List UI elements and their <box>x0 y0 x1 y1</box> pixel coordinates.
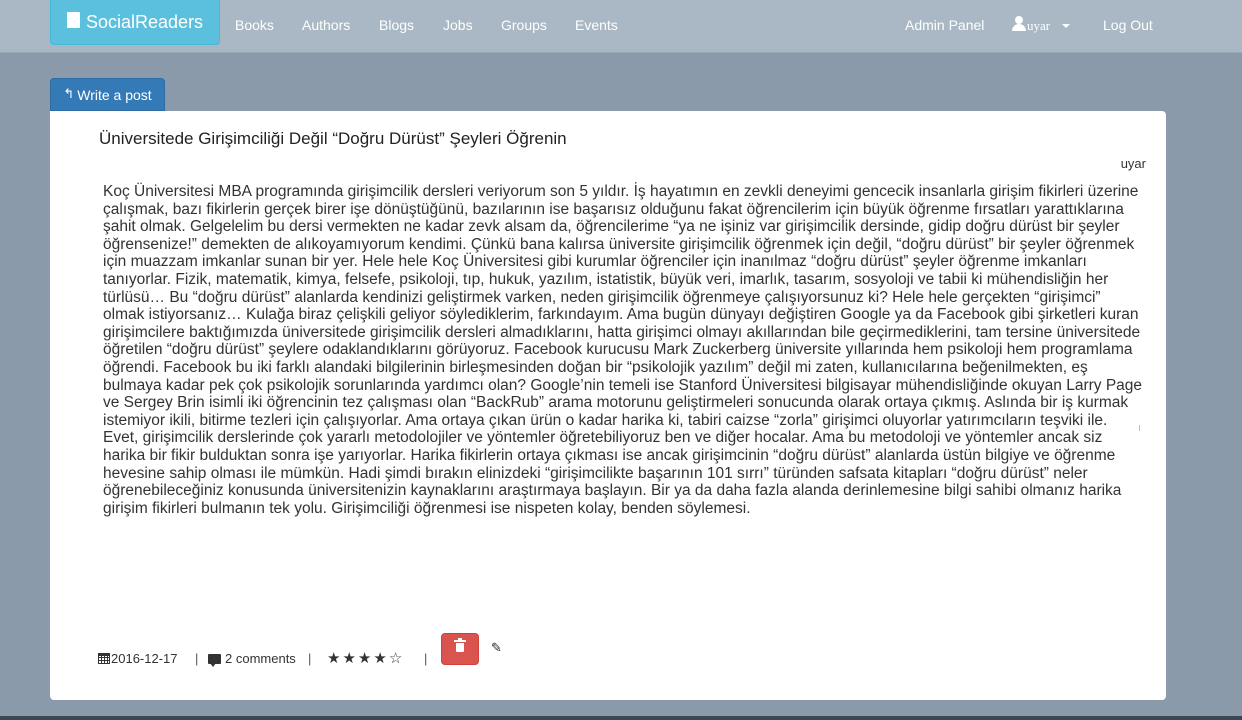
calendar-icon <box>98 653 110 664</box>
user-icon <box>1012 16 1026 32</box>
nav-jobs[interactable]: Jobs <box>443 0 473 50</box>
scroll-marker <box>1139 425 1140 431</box>
post-author: uyar <box>1120 156 1146 171</box>
post-title: Üniversitede Girişimciliği Değil “Doğru … <box>99 129 567 148</box>
brand-logo-link[interactable]: SocialReaders <box>50 0 220 45</box>
post-date-group: 2016-12-17 <box>98 651 178 666</box>
star-rating[interactable]: ★ ★ ★ ★ ☆ <box>327 649 404 667</box>
star-filled-icon[interactable]: ★ <box>342 649 355 667</box>
post-panel: Üniversitede Girişimciliği Değil “Doğru … <box>50 111 1166 700</box>
meta-separator: | <box>424 651 428 666</box>
navbar: SocialReaders Books Authors Blogs Jobs G… <box>0 0 1242 53</box>
nav-admin-panel[interactable]: Admin Panel <box>905 0 984 50</box>
edit-post-button[interactable]: ✎ <box>491 641 502 656</box>
comments-link[interactable]: 2 comments <box>208 651 296 667</box>
nav-blogs[interactable]: Blogs <box>379 0 414 50</box>
page-bottom-strip <box>0 716 1242 720</box>
star-filled-icon[interactable]: ★ <box>373 649 386 667</box>
comment-icon <box>208 654 221 667</box>
star-empty-icon[interactable]: ☆ <box>389 649 402 667</box>
post-date: 2016-12-17 <box>111 651 178 666</box>
meta-separator: | <box>308 651 312 666</box>
nav-groups[interactable]: Groups <box>501 0 547 50</box>
pencil-icon: ✎ <box>491 641 502 656</box>
caret-down-icon <box>1062 24 1071 28</box>
reply-icon: ↰ <box>63 87 75 102</box>
nav-events[interactable]: Events <box>575 0 618 50</box>
delete-post-button[interactable] <box>441 633 479 665</box>
trash-icon <box>454 638 466 652</box>
user-menu-dropdown[interactable]: uyar <box>1012 0 1071 50</box>
post-body: Koç Üniversitesi MBA programında girişim… <box>103 183 1143 517</box>
write-post-label: Write a post <box>77 86 152 103</box>
star-filled-icon[interactable]: ★ <box>358 649 371 667</box>
user-menu-name: uyar <box>1027 18 1051 33</box>
book-icon <box>67 12 80 28</box>
brand-name: SocialReaders <box>86 11 204 32</box>
nav-books[interactable]: Books <box>235 0 274 50</box>
comments-count: 2 comments <box>225 651 296 666</box>
write-post-button[interactable]: ↰ Write a post <box>50 78 165 111</box>
star-filled-icon[interactable]: ★ <box>327 649 340 667</box>
nav-logout[interactable]: Log Out <box>1103 0 1153 50</box>
meta-separator: | <box>195 651 199 666</box>
nav-authors[interactable]: Authors <box>302 0 350 50</box>
